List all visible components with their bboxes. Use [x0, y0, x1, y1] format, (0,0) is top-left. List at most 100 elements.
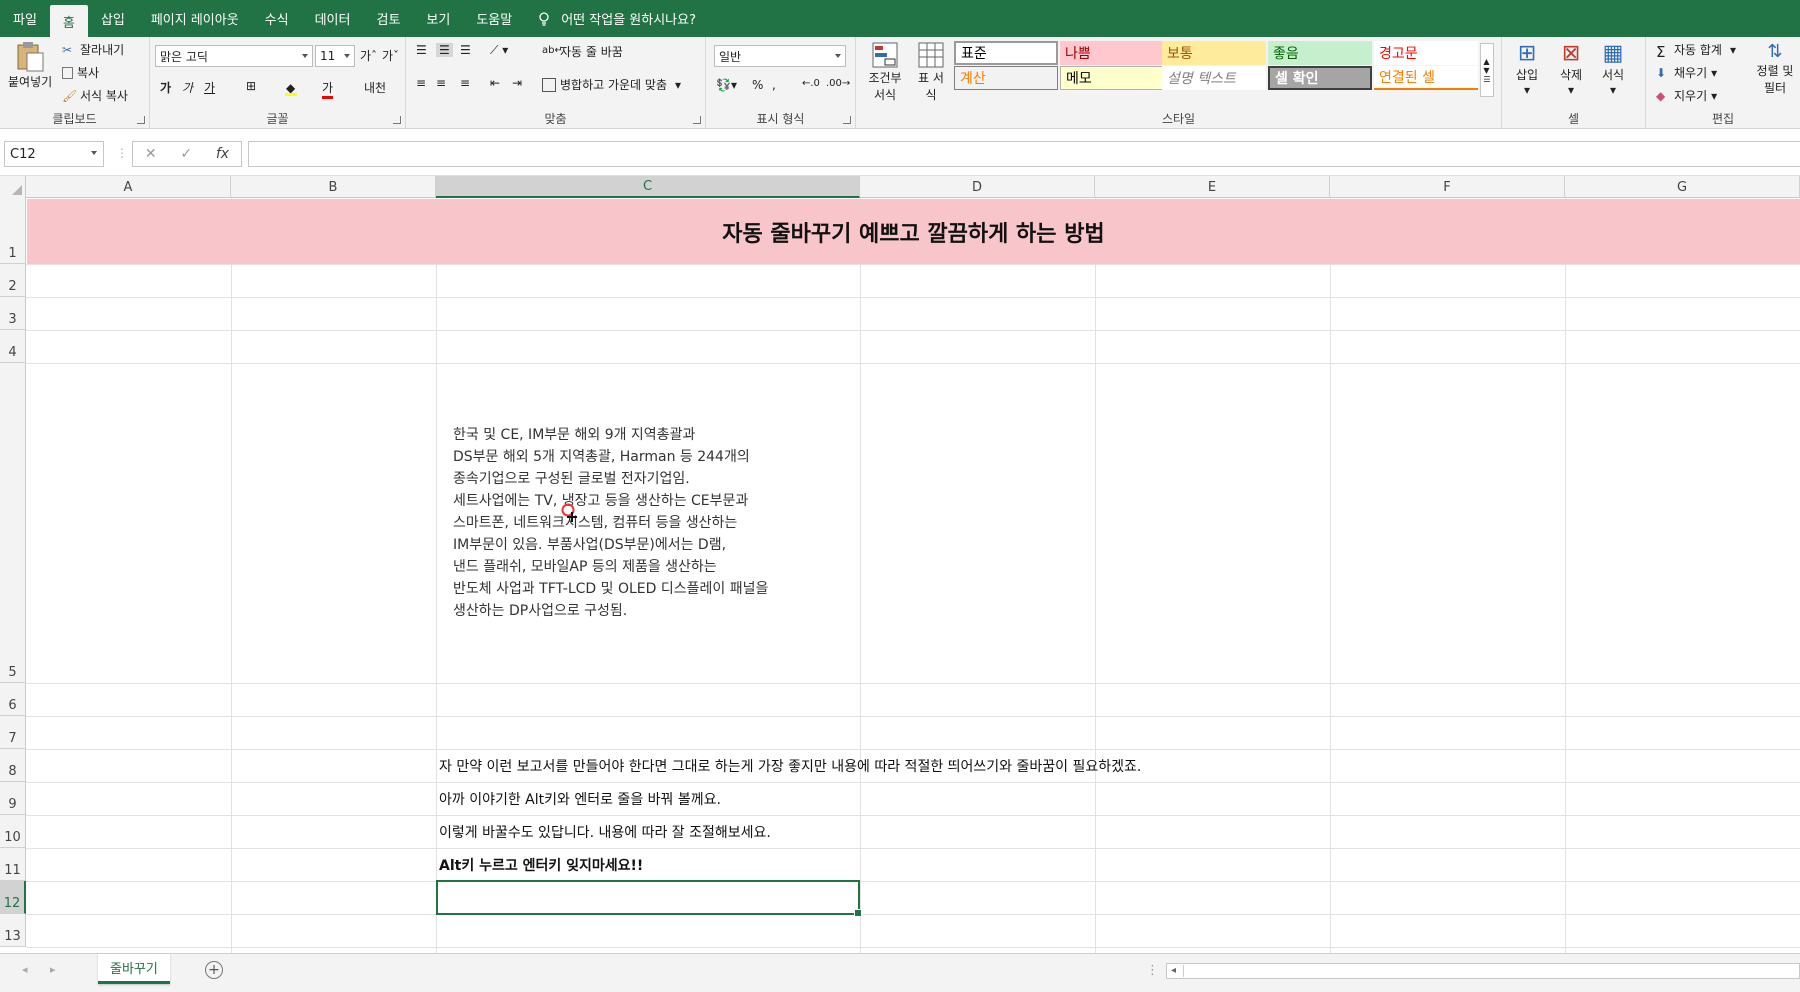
row-header-3[interactable]: 3: [0, 297, 26, 330]
font-launcher-icon[interactable]: [393, 116, 401, 124]
delete-cells-button[interactable]: ⊠ 삭제 ▾: [1560, 41, 1582, 97]
column-header-f[interactable]: F: [1330, 176, 1565, 198]
clipboard-launcher-icon[interactable]: [137, 116, 145, 124]
style-cell-2[interactable]: 보통: [1162, 41, 1266, 65]
paste-button[interactable]: 붙여넣기: [8, 41, 52, 90]
align-center-icon[interactable]: ≡: [436, 76, 446, 90]
add-sheet-icon[interactable]: +: [205, 961, 223, 979]
copy-button[interactable]: 복사: [62, 64, 99, 81]
row-header-4[interactable]: 4: [0, 330, 26, 363]
style-cell-9[interactable]: 연결된 셀: [1374, 66, 1478, 90]
style-cell-4[interactable]: 경고문: [1374, 41, 1478, 65]
accounting-icon[interactable]: 💱▾: [716, 78, 737, 92]
italic-icon[interactable]: 가: [182, 79, 193, 96]
wrap-text-button[interactable]: ab↵ 자동 줄 바꿈: [542, 43, 623, 60]
style-cell-1[interactable]: 나쁨: [1060, 41, 1164, 65]
tab-insert[interactable]: 삽입: [88, 0, 138, 37]
cancel-icon[interactable]: ✕: [145, 146, 157, 162]
insert-cells-button[interactable]: ⊞ 삽입 ▾: [1516, 41, 1538, 97]
prev-sheet-icon[interactable]: ◂: [22, 963, 28, 976]
align-right-icon[interactable]: ≡: [460, 76, 470, 90]
cut-button[interactable]: ✂ 잘라내기: [62, 41, 124, 58]
column-header-d[interactable]: D: [860, 176, 1095, 198]
font-color-icon[interactable]: 가: [322, 79, 334, 99]
worksheet-grid[interactable]: A B C D E F G 1 2 3 4 5 6 7 8 9 10 11 12…: [0, 176, 1800, 953]
phonetic-icon[interactable]: 내천: [364, 79, 386, 96]
grow-font-icon[interactable]: 가ˆ: [360, 47, 377, 64]
comma-icon[interactable]: ,: [772, 78, 776, 92]
style-gallery-scroll[interactable]: ▲ ▼ ☰: [1480, 43, 1494, 97]
column-header-e[interactable]: E: [1095, 176, 1330, 198]
tab-splitter-icon[interactable]: ⋮: [1146, 963, 1159, 978]
tab-home[interactable]: 홈: [49, 5, 88, 37]
tab-review[interactable]: 검토: [363, 0, 413, 37]
increase-decimal-icon[interactable]: ←.0: [802, 78, 820, 89]
orientation-icon[interactable]: ⟋ ▾: [490, 43, 508, 58]
tab-help[interactable]: 도움말: [463, 0, 525, 37]
style-cell-3[interactable]: 좋음: [1268, 41, 1372, 65]
row-header-1[interactable]: 1: [0, 198, 26, 264]
merge-center-button[interactable]: 병합하고 가운데 맞춤 ▾: [542, 76, 681, 93]
row-header-7[interactable]: 7: [0, 716, 26, 749]
style-cell-7[interactable]: 설명 텍스트: [1162, 66, 1266, 90]
fill-button[interactable]: ⬇ 채우기 ▾: [1656, 64, 1717, 81]
bold-icon[interactable]: 가: [160, 79, 171, 96]
clear-button[interactable]: ◆ 지우기 ▾: [1656, 87, 1717, 104]
number-format-dropdown[interactable]: 일반: [714, 45, 846, 67]
tab-page-layout[interactable]: 페이지 레이아웃: [138, 0, 252, 37]
fill-color-icon[interactable]: ◆: [285, 79, 298, 96]
row-header-12[interactable]: 12: [0, 881, 26, 914]
next-sheet-icon[interactable]: ▸: [50, 963, 56, 976]
percent-icon[interactable]: %: [752, 78, 763, 92]
cell-c9[interactable]: 아까 이야기한 Alt키와 엔터로 줄을 바꿔 볼께요.: [439, 789, 721, 809]
cell-c10[interactable]: 이렇게 바꿀수도 있답니다. 내용에 따라 잘 조절해보세요.: [439, 822, 771, 842]
align-left-icon[interactable]: ≡: [416, 76, 426, 90]
cell-c8[interactable]: 자 만약 이런 보고서를 만들어야 한다면 그대로 하는게 가장 좋지만 내용에…: [439, 756, 1141, 776]
format-as-table-button[interactable]: 표 서식: [910, 41, 952, 103]
row-header-9[interactable]: 9: [0, 782, 26, 815]
column-header-g[interactable]: G: [1565, 176, 1800, 198]
horizontal-scrollbar[interactable]: ◂: [1166, 963, 1800, 979]
enter-icon[interactable]: ✓: [180, 146, 192, 162]
cell-c5-wrapped-text[interactable]: 한국 및 CE, IM부문 해외 9개 지역총괄과 DS부문 해외 5개 지역총…: [453, 424, 843, 622]
column-header-c[interactable]: C: [436, 176, 860, 198]
format-painter-button[interactable]: 🖌 서식 복사: [62, 87, 128, 104]
name-box[interactable]: C12: [4, 141, 104, 167]
row-header-5[interactable]: 5: [0, 363, 26, 683]
align-middle-icon[interactable]: ☰: [436, 43, 453, 57]
active-cell-c12[interactable]: [436, 880, 862, 917]
font-name-dropdown[interactable]: 맑은 고딕: [155, 45, 313, 67]
autosum-button[interactable]: Σ 자동 합계 ▾: [1656, 41, 1736, 61]
scroll-left-icon[interactable]: ◂: [1171, 965, 1176, 976]
tab-formulas[interactable]: 수식: [252, 0, 302, 37]
row-header-13[interactable]: 13: [0, 914, 26, 947]
align-top-icon[interactable]: ☰: [416, 43, 427, 57]
formula-bar-splitter-icon[interactable]: ⋮: [116, 146, 128, 160]
font-size-dropdown[interactable]: 11: [315, 45, 355, 67]
formula-input[interactable]: [248, 141, 1800, 167]
style-cell-5[interactable]: 계산: [954, 66, 1058, 90]
shrink-font-icon[interactable]: 가ˇ: [382, 47, 399, 64]
style-cell-8[interactable]: 셀 확인: [1268, 66, 1372, 90]
tab-file[interactable]: 파일: [0, 0, 50, 37]
align-bottom-icon[interactable]: ☰: [460, 43, 471, 57]
cell-c11[interactable]: Alt키 누르고 엔터키 잊지마세요!!: [439, 855, 643, 875]
conditional-format-button[interactable]: 조건부 서식: [862, 41, 908, 103]
sheet-tab-active[interactable]: 줄바꾸기: [98, 954, 170, 984]
alignment-launcher-icon[interactable]: [693, 116, 701, 124]
decrease-indent-icon[interactable]: ⇤: [490, 76, 500, 90]
sort-filter-button[interactable]: ⇅ 정렬 및 필터: [1750, 41, 1800, 96]
format-cells-button[interactable]: ▦ 서식 ▾: [1602, 41, 1624, 97]
row-header-10[interactable]: 10: [0, 815, 26, 848]
border-icon[interactable]: ⊞: [246, 79, 256, 93]
tab-data[interactable]: 데이터: [302, 0, 364, 37]
row-header-11[interactable]: 11: [0, 848, 26, 881]
column-header-a[interactable]: A: [26, 176, 231, 198]
row-header-6[interactable]: 6: [0, 683, 26, 716]
style-cell-0[interactable]: 표준: [954, 41, 1058, 65]
row-header-2[interactable]: 2: [0, 264, 26, 297]
increase-indent-icon[interactable]: ⇥: [512, 76, 522, 90]
style-cell-6[interactable]: 메모: [1060, 66, 1164, 90]
fx-icon[interactable]: fx: [216, 146, 229, 162]
decrease-decimal-icon[interactable]: .00→: [826, 78, 850, 89]
